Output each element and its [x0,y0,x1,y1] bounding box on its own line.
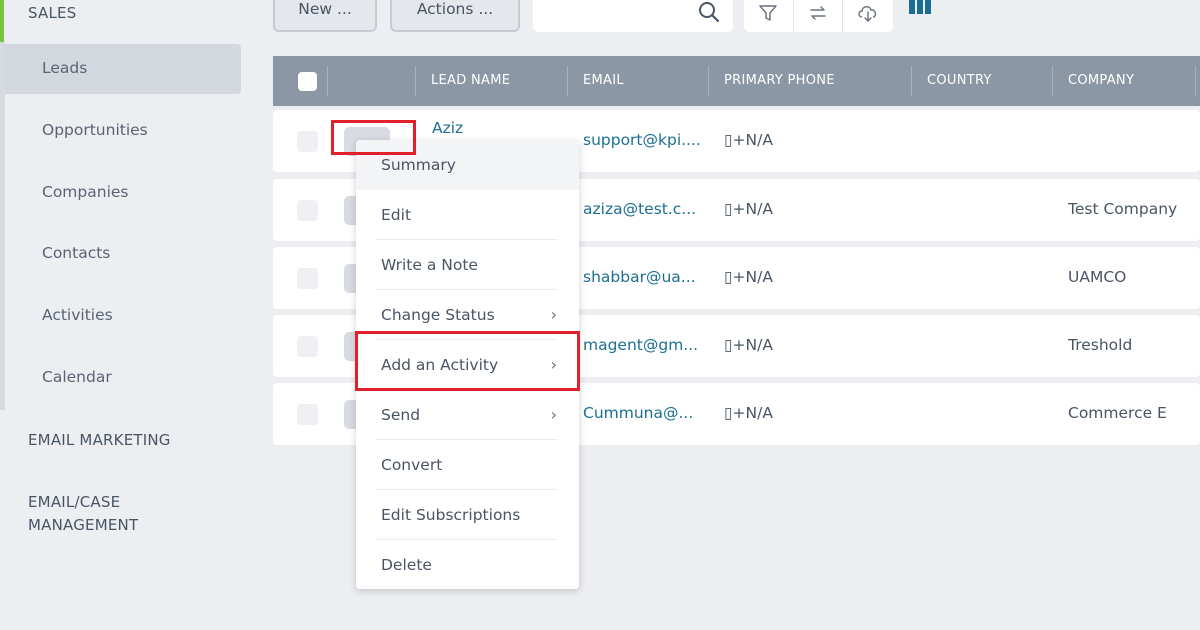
new-button[interactable]: New ... [273,0,377,32]
column-divider [567,66,568,96]
column-header-primary-phone[interactable]: PRIMARY PHONE [724,56,835,106]
highlight-box-add-activity [355,331,580,391]
menu-item-label: Send [381,406,421,424]
phone-value: ▯+N/A [724,200,773,218]
menu-item-send[interactable]: Send › [356,390,579,440]
refresh-icon[interactable] [794,0,844,32]
select-all-checkbox[interactable] [298,72,317,91]
phone-value: ▯+N/A [724,268,773,286]
sidebar-item-companies[interactable]: Companies [5,168,241,218]
email-link[interactable]: shabbar@ua... [583,268,701,286]
company-value: Test Company [1068,200,1178,218]
menu-item-label: Summary [381,156,456,174]
filter-icon[interactable] [744,0,794,32]
row-checkbox[interactable] [297,131,318,152]
column-divider [327,66,328,96]
cloud-download-icon[interactable] [843,0,893,32]
sidebar-section-sales[interactable]: SALES [0,0,245,42]
column-divider [1195,66,1196,96]
menu-item-label: Edit Subscriptions [381,506,521,524]
menu-item-edit-subscriptions[interactable]: Edit Subscriptions [356,490,579,540]
email-link[interactable]: magent@gm... [583,336,701,354]
column-header-email[interactable]: EMAIL [583,56,624,106]
sidebar-item-label: Activities [42,306,113,324]
column-header-lead-name[interactable]: LEAD NAME [431,56,510,106]
email-link[interactable]: Cummuna@... [583,404,701,422]
company-value: Treshold [1068,336,1133,354]
email-link[interactable]: aziza@test.c... [583,200,701,218]
phone-value: ▯+N/A [724,404,773,422]
columns-icon[interactable] [909,0,931,18]
row-checkbox[interactable] [297,200,318,221]
sidebar-item-label: Opportunities [42,121,148,139]
sidebar-item-opportunities[interactable]: Opportunities [5,106,241,156]
sidebar-item-activities[interactable]: Activities [5,291,241,341]
menu-item-label: Edit [381,206,412,224]
menu-item-label: Convert [381,456,443,474]
toolbar-icon-group [744,0,893,32]
sidebar-item-leads[interactable]: Leads [5,44,241,94]
row-checkbox[interactable] [297,404,318,425]
chevron-right-icon: › [550,405,557,424]
menu-item-label: Delete [381,556,432,574]
lead-name-link[interactable]: Aziz [432,119,463,137]
company-value: UAMCO [1068,268,1127,286]
sidebar-item-calendar[interactable]: Calendar [5,353,241,403]
sidebar: SALES Leads Opportunities Companies Cont… [0,0,245,630]
menu-item-write-note[interactable]: Write a Note [356,240,579,290]
menu-item-edit[interactable]: Edit [356,190,579,240]
actions-button[interactable]: Actions ... [390,0,520,32]
column-divider [415,66,416,96]
column-header-company[interactable]: COMPANY [1068,56,1134,106]
sidebar-section-email-case-management[interactable]: EMAIL/CASE MANAGEMENT [28,491,138,537]
menu-item-label: Change Status [381,306,495,324]
sidebar-item-label: Companies [42,183,129,201]
menu-item-delete[interactable]: Delete [356,540,579,590]
sidebar-item-label: Contacts [42,244,111,262]
column-header-country[interactable]: COUNTRY [927,56,992,106]
sidebar-item-label: Calendar [42,368,112,386]
sidebar-item-label: Leads [42,59,88,77]
email-link[interactable]: support@kpi.... [583,131,701,149]
column-divider [708,66,709,96]
phone-value: ▯+N/A [724,336,773,354]
company-value: Commerce E [1068,404,1167,422]
phone-value: ▯+N/A [724,131,773,149]
section-label-line1: EMAIL/CASE [28,493,121,511]
search-icon[interactable] [697,0,721,28]
sidebar-item-contacts[interactable]: Contacts [5,229,241,279]
row-checkbox[interactable] [297,336,318,357]
highlight-box-row-actions [331,120,416,155]
row-checkbox[interactable] [297,268,318,289]
column-divider [911,66,912,96]
section-label-line2: MANAGEMENT [28,516,139,534]
table-header: LEAD NAME EMAIL PRIMARY PHONE COUNTRY CO… [273,56,1200,106]
search-input[interactable] [533,0,733,32]
menu-item-label: Write a Note [381,256,478,274]
column-divider [1052,66,1053,96]
menu-item-convert[interactable]: Convert [356,440,579,490]
sidebar-section-email-marketing[interactable]: EMAIL MARKETING [28,429,171,452]
